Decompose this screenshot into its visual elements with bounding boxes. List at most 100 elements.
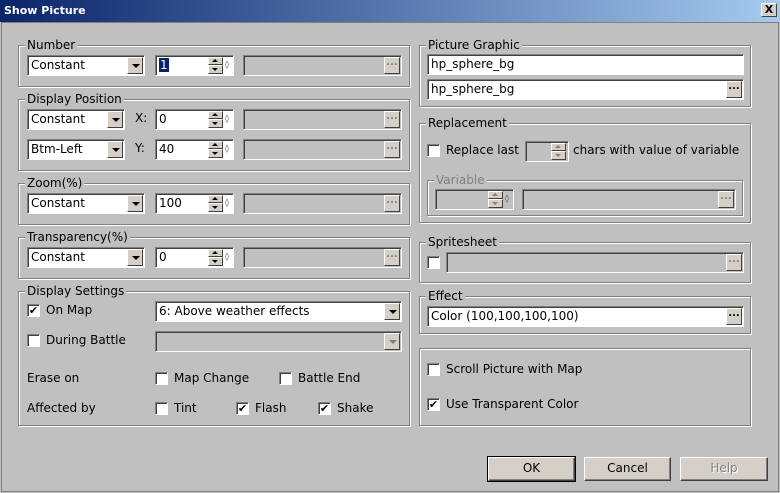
zoom-variable-field: ... bbox=[243, 193, 402, 214]
transparency-value-text: 0 bbox=[159, 250, 167, 264]
chevron-down-icon[interactable] bbox=[107, 141, 123, 158]
spinner-icon[interactable] bbox=[208, 249, 223, 266]
transparency-mode-select[interactable]: Constant bbox=[27, 247, 145, 268]
spritesheet-checkbox[interactable] bbox=[427, 256, 440, 269]
help-button: Help bbox=[680, 457, 768, 481]
tint-checkbox[interactable] bbox=[155, 402, 168, 415]
number-group-label: Number bbox=[25, 38, 78, 52]
display-settings-group-label: Display Settings bbox=[25, 284, 127, 298]
window-title: Show Picture bbox=[4, 4, 86, 17]
variable-marker-icon: ◊ bbox=[225, 144, 229, 153]
x-label: X: bbox=[135, 111, 148, 125]
tint-label: Tint bbox=[174, 401, 197, 415]
effect-group-label: Effect bbox=[426, 289, 465, 303]
transparency-group-label: Transparency(%) bbox=[25, 230, 130, 244]
number-value-input[interactable]: 1 ◊ bbox=[155, 55, 234, 76]
y-value-input[interactable]: 40 ◊ bbox=[155, 139, 234, 160]
battle-end-label: Battle End bbox=[298, 371, 361, 385]
x-value-text: 0 bbox=[159, 112, 167, 126]
spinner-icon bbox=[551, 143, 566, 160]
replacement-group-label: Replacement bbox=[426, 116, 509, 130]
ellipsis-icon: ... bbox=[718, 191, 734, 208]
variable-name-field: ... bbox=[522, 189, 736, 210]
shake-label: Shake bbox=[337, 401, 374, 415]
spinner-icon[interactable] bbox=[208, 195, 223, 212]
picture-file-text: hp_sphere_bg bbox=[431, 82, 515, 96]
erase-on-label: Erase on bbox=[27, 371, 80, 385]
position-group-label: Display Position bbox=[25, 92, 124, 106]
cancel-button-label: Cancel bbox=[607, 461, 648, 475]
ellipsis-icon: ... bbox=[384, 195, 400, 212]
during-battle-label: During Battle bbox=[46, 333, 126, 347]
chevron-down-icon[interactable] bbox=[127, 57, 143, 74]
anchor-select[interactable]: Btm-Left bbox=[27, 139, 125, 160]
spritesheet-field: ... bbox=[446, 252, 744, 273]
zoom-mode-select[interactable]: Constant bbox=[27, 193, 145, 214]
variable-marker-icon: ◊ bbox=[225, 252, 229, 261]
variable-id-input: ◊ bbox=[435, 189, 514, 210]
ellipsis-icon[interactable]: ... bbox=[726, 81, 742, 98]
transparency-mode-value: Constant bbox=[31, 250, 85, 264]
battle-layer-select bbox=[155, 331, 402, 352]
transparency-value-input[interactable]: 0 ◊ bbox=[155, 247, 234, 268]
on-map-checkbox[interactable]: ✔ bbox=[27, 304, 40, 317]
battle-end-checkbox[interactable] bbox=[279, 372, 292, 385]
ellipsis-icon: ... bbox=[384, 111, 400, 128]
x-value-input[interactable]: 0 ◊ bbox=[155, 109, 234, 130]
position-mode-value: Constant bbox=[31, 112, 85, 126]
map-change-label: Map Change bbox=[174, 371, 250, 385]
number-mode-value: Constant bbox=[31, 58, 85, 72]
variable-marker-icon: ◊ bbox=[225, 60, 229, 69]
anchor-value: Btm-Left bbox=[31, 142, 83, 156]
chevron-down-icon[interactable] bbox=[384, 303, 400, 320]
x-variable-field: ... bbox=[243, 109, 402, 130]
transparent-color-checkbox[interactable]: ✔ bbox=[427, 398, 440, 411]
cancel-button[interactable]: Cancel bbox=[584, 457, 671, 481]
variable-marker-icon: ◊ bbox=[225, 114, 229, 123]
shake-checkbox[interactable]: ✔ bbox=[318, 402, 331, 415]
chevron-down-icon[interactable] bbox=[107, 111, 123, 128]
ellipsis-icon: ... bbox=[384, 57, 400, 74]
replace-count-input bbox=[525, 141, 569, 162]
ok-button[interactable]: OK bbox=[487, 456, 576, 482]
position-mode-select[interactable]: Constant bbox=[27, 109, 125, 130]
number-value-text: 1 bbox=[159, 58, 169, 72]
variable-subgroup-label: Variable bbox=[434, 173, 487, 187]
ellipsis-icon[interactable]: ... bbox=[726, 308, 742, 325]
map-change-checkbox[interactable] bbox=[155, 372, 168, 385]
picture-name-text: hp_sphere_bg bbox=[431, 57, 515, 71]
chevron-down-icon bbox=[384, 333, 400, 350]
picture-file-field[interactable]: hp_sphere_bg... bbox=[427, 79, 744, 100]
replace-last-checkbox[interactable] bbox=[427, 144, 440, 157]
ellipsis-icon: ... bbox=[384, 141, 400, 158]
on-map-label: On Map bbox=[46, 303, 93, 317]
number-mode-select[interactable]: Constant bbox=[27, 55, 145, 76]
zoom-value-input[interactable]: 100 ◊ bbox=[155, 193, 234, 214]
picture-graphic-group-label: Picture Graphic bbox=[426, 38, 522, 52]
help-button-label: Help bbox=[710, 461, 738, 475]
spinner-icon bbox=[488, 191, 503, 208]
layer-select[interactable]: 6: Above weather effects bbox=[155, 301, 402, 322]
chevron-down-icon[interactable] bbox=[127, 249, 143, 266]
layer-value: 6: Above weather effects bbox=[159, 304, 310, 318]
spinner-icon[interactable] bbox=[208, 57, 223, 74]
picture-name-field[interactable]: hp_sphere_bg bbox=[427, 54, 744, 75]
scroll-with-map-checkbox[interactable] bbox=[427, 363, 440, 376]
flash-checkbox[interactable]: ✔ bbox=[236, 402, 249, 415]
effect-value-text: Color (100,100,100,100) bbox=[431, 309, 579, 323]
zoom-group-label: Zoom(%) bbox=[25, 176, 85, 190]
zoom-value-text: 100 bbox=[159, 196, 182, 210]
ellipsis-icon: ... bbox=[384, 249, 400, 266]
during-battle-checkbox[interactable] bbox=[27, 334, 40, 347]
transparent-color-label: Use Transparent Color bbox=[446, 397, 579, 411]
number-variable-field: ... bbox=[243, 55, 402, 76]
scroll-with-map-label: Scroll Picture with Map bbox=[446, 362, 583, 376]
chevron-down-icon[interactable] bbox=[127, 195, 143, 212]
affected-by-label: Affected by bbox=[27, 401, 96, 415]
ok-button-label: OK bbox=[522, 461, 541, 475]
spinner-icon[interactable] bbox=[208, 141, 223, 158]
spinner-icon[interactable] bbox=[208, 111, 223, 128]
effect-field[interactable]: Color (100,100,100,100)... bbox=[427, 306, 744, 327]
y-variable-field: ... bbox=[243, 139, 402, 160]
close-button[interactable]: X bbox=[761, 3, 777, 17]
